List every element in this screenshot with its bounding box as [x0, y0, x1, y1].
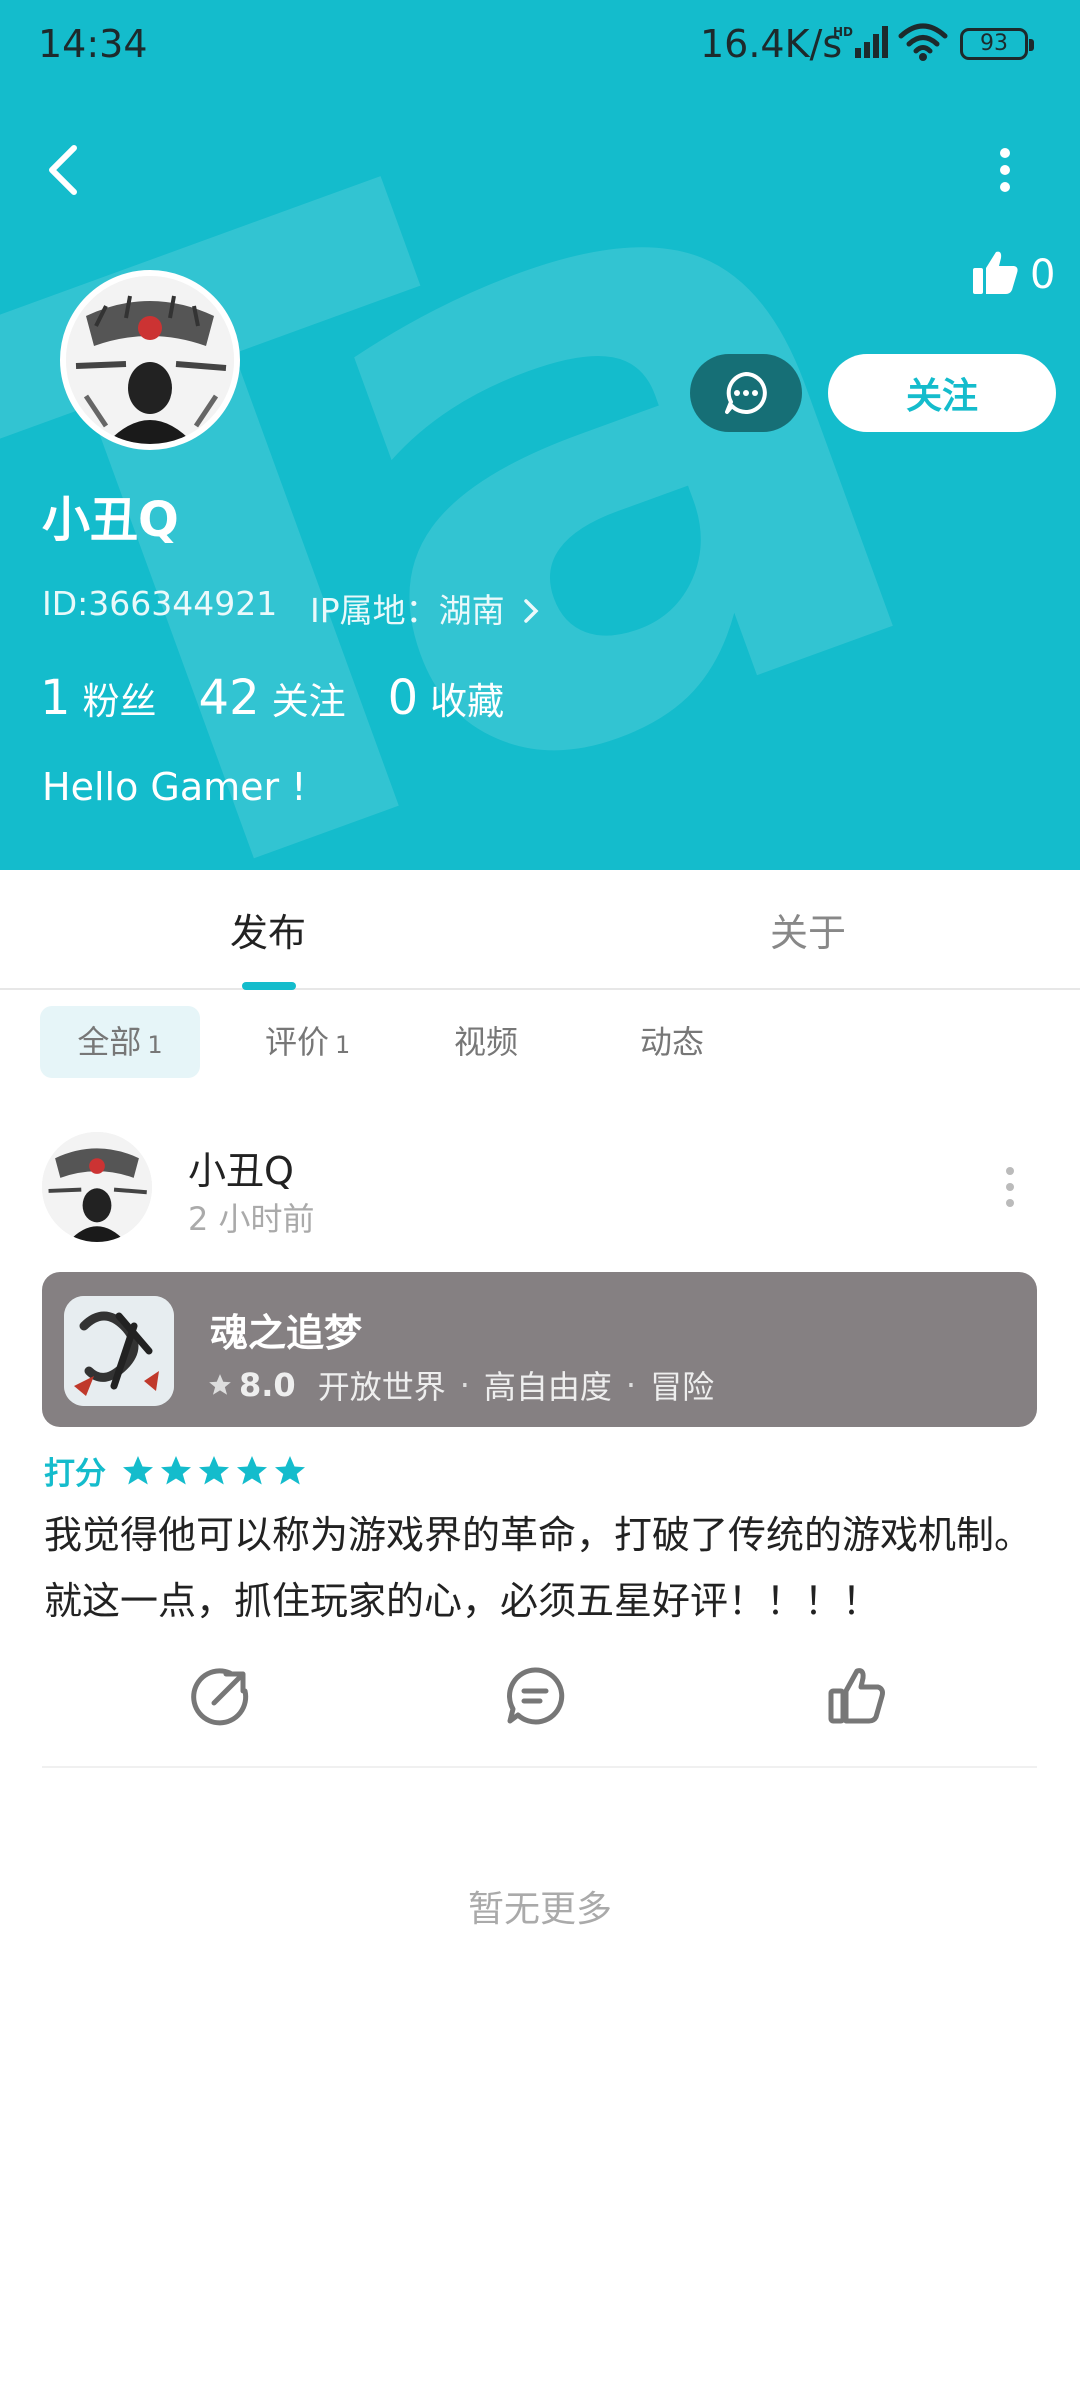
comment-button[interactable] — [504, 1665, 566, 1727]
signal-icon: HD — [833, 24, 889, 69]
following-count[interactable]: 42 — [199, 670, 260, 726]
status-bar: 14:34 16.4K/s HD 93 — [0, 0, 1080, 90]
divider — [42, 1766, 1037, 1768]
tab-publish[interactable]: 发布 — [230, 902, 306, 957]
game-name: 魂之追梦 — [210, 1311, 363, 1355]
profile-name: 小丑Q — [42, 492, 179, 548]
no-more-text: 暂无更多 — [467, 1889, 612, 1930]
status-net-speed: 16.4K/s — [700, 22, 843, 66]
post-actions — [0, 1665, 1080, 1727]
filter-reviews-count: 1 — [335, 1031, 351, 1059]
game-meta: 8.0 开放世界 · 高自由度 · 冒险 — [207, 1362, 714, 1408]
rating-label: 打分 — [44, 1456, 106, 1492]
message-button[interactable] — [690, 354, 802, 432]
profile-like-count: 0 — [1030, 252, 1056, 298]
status-time: 14:34 — [38, 22, 148, 66]
game-card[interactable]: 魂之追梦 8.0 开放世界 · 高自由度 · 冒险 — [42, 1272, 1037, 1427]
star-icon — [237, 1455, 267, 1484]
follow-button[interactable]: 关注 — [828, 354, 1056, 432]
share-icon — [191, 1668, 249, 1726]
game-tag: 高自由度 — [483, 1368, 612, 1406]
profile-stats: 1 粉丝 42 关注 0 收藏 — [40, 670, 546, 726]
ip-location-link[interactable]: IP属地：湖南 — [310, 584, 541, 632]
post-timestamp: 2 小时前 — [188, 1200, 315, 1238]
avatar[interactable] — [60, 270, 240, 450]
like-button[interactable] — [826, 1665, 888, 1727]
comment-icon — [507, 1667, 565, 1725]
star-icon — [161, 1455, 191, 1484]
star-icon — [275, 1455, 305, 1484]
share-button[interactable] — [190, 1665, 252, 1727]
battery-icon: 93 — [960, 28, 1034, 60]
game-tag: 冒险 — [650, 1368, 715, 1406]
favorites-label[interactable]: 收藏 — [430, 671, 504, 725]
main-tabs: 发布 关于 — [0, 870, 1080, 990]
game-tag: 开放世界 — [317, 1368, 446, 1406]
filter-moments[interactable]: 动态 — [640, 1006, 704, 1078]
profile-bio: Hello Gamer ! — [42, 765, 307, 809]
star-icon — [199, 1455, 229, 1484]
tag-separator: · — [459, 1366, 470, 1404]
back-button[interactable] — [40, 140, 90, 200]
filter-reviews-label: 评价 — [265, 1023, 330, 1061]
following-label[interactable]: 关注 — [272, 671, 346, 725]
chevron-right-icon — [524, 599, 539, 623]
filter-all[interactable]: 全部 1 — [40, 1006, 200, 1078]
filter-reviews[interactable]: 评价 1 — [265, 1006, 350, 1078]
tab-about[interactable]: 关于 — [770, 902, 846, 957]
post-rating: 打分 — [44, 1448, 310, 1493]
followers-count[interactable]: 1 — [40, 670, 71, 726]
tag-separator: · — [625, 1366, 637, 1404]
filter-videos-label: 视频 — [454, 1023, 519, 1061]
profile-like-icon[interactable] — [970, 248, 1030, 298]
more-options-button[interactable] — [990, 145, 1020, 195]
profile-header: Ta 14:34 16.4K/s HD 93 0 关注 小丑Q ID:36634… — [0, 0, 1080, 870]
post-author-name[interactable]: 小丑Q — [188, 1140, 294, 1195]
filter-videos[interactable]: 视频 — [454, 1006, 518, 1078]
filter-all-label: 全部 — [77, 1023, 142, 1061]
game-score: 8.0 — [239, 1366, 296, 1404]
game-icon — [64, 1296, 174, 1406]
post-more-icon[interactable] — [1000, 1165, 1020, 1209]
tab-indicator — [242, 982, 296, 990]
star-icon — [209, 1374, 231, 1395]
post-text[interactable]: 我觉得他可以称为游戏界的革命，打破了传统的游戏机制。就这一点，抓住玩家的心，必须… — [44, 1502, 1044, 1634]
followers-label[interactable]: 粉丝 — [83, 671, 157, 725]
star-icon — [123, 1455, 153, 1484]
svg-text:HD: HD — [833, 25, 853, 39]
filter-moments-label: 动态 — [640, 1023, 705, 1061]
wifi-icon — [898, 22, 948, 71]
filter-all-count: 1 — [147, 1031, 163, 1059]
thumbs-up-icon — [828, 1668, 885, 1724]
ip-location-text: IP属地：湖南 — [310, 591, 505, 630]
post-author-avatar[interactable] — [42, 1132, 152, 1242]
favorites-count[interactable]: 0 — [388, 670, 419, 726]
profile-id: ID:366344921 — [42, 584, 278, 623]
